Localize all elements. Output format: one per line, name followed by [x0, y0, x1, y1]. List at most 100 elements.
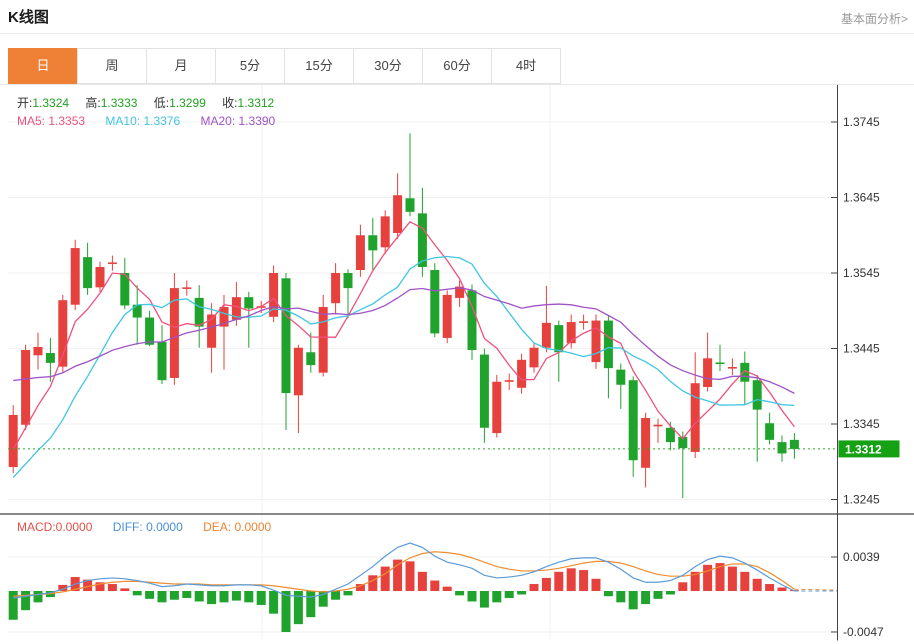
dea-line — [13, 552, 794, 596]
high-value: 1.3333 — [101, 96, 138, 110]
candle-up — [579, 321, 588, 323]
current-price-tag-label: 1.3312 — [845, 442, 882, 456]
macd-bar-up — [542, 578, 551, 591]
tab-4hour[interactable]: 4时 — [491, 48, 561, 84]
fundamental-analysis-link[interactable]: 基本面分析> — [841, 10, 908, 27]
candle-down — [765, 423, 774, 440]
candle-down — [480, 355, 489, 428]
ma5-label: MA5: — [17, 114, 45, 128]
open-label: 开: — [17, 96, 32, 110]
header-divider — [0, 33, 914, 34]
macd-bar-down — [492, 591, 501, 602]
page-title: K线图 — [8, 6, 49, 27]
tab-month[interactable]: 月 — [146, 48, 216, 84]
macd-bar-down — [344, 591, 353, 595]
ma-legend: MA5: 1.3353 MA10: 1.3376 MA20: 1.3390 — [17, 114, 292, 128]
macd-bar-up — [765, 584, 774, 591]
diff-label: DIFF: — [113, 520, 143, 534]
macd-bar-down — [9, 591, 18, 620]
candle-up — [567, 322, 576, 343]
tab-day[interactable]: 日 — [8, 48, 78, 84]
macd-bar-down — [282, 591, 291, 632]
tab-15min[interactable]: 15分 — [284, 48, 354, 84]
macd-bar-up — [728, 567, 737, 591]
candle-down — [46, 353, 55, 363]
candle-up — [654, 425, 663, 427]
candle-up — [592, 321, 601, 363]
close-value: 1.3312 — [238, 96, 275, 110]
candle-down — [430, 270, 439, 333]
candle-up — [108, 262, 117, 264]
open-value: 1.3324 — [32, 96, 69, 110]
macd-bar-up — [381, 567, 390, 591]
candle-up — [443, 295, 452, 338]
macd-bar-up — [108, 584, 117, 591]
candle-down — [344, 273, 353, 288]
kline-app: 1.37451.36451.35451.34451.33451.32450.00… — [0, 0, 914, 644]
ma5-line — [13, 222, 794, 450]
candle-up — [492, 382, 501, 433]
ma20-line — [13, 288, 794, 394]
tab-30min[interactable]: 30分 — [353, 48, 423, 84]
price-axis-label: 1.3645 — [843, 191, 880, 205]
macd-bar-down — [505, 591, 514, 598]
macd-bar-up — [406, 561, 415, 591]
period-tab-bar: 日周月5分15分30分60分4时 — [8, 48, 561, 84]
macd-bar-down — [232, 591, 241, 601]
candle-down — [753, 380, 762, 409]
macd-bar-up — [443, 587, 452, 591]
macd-bar-up — [678, 582, 687, 591]
candle-down — [83, 257, 92, 288]
candle-up — [542, 323, 551, 348]
dea-line-dashed — [794, 589, 837, 590]
candle-down — [418, 213, 427, 267]
candle-down — [406, 198, 415, 212]
low-value: 1.3299 — [169, 96, 206, 110]
candle-up — [505, 380, 514, 382]
macd-bar-down — [170, 591, 179, 600]
macd-bar-up — [753, 579, 762, 591]
macd-bar-up — [418, 572, 427, 591]
macd-legend: MACD:0.0000 DIFF: 0.0000 DEA: 0.0000 — [17, 520, 288, 534]
candle-up — [691, 383, 700, 452]
tab-60min[interactable]: 60分 — [422, 48, 492, 84]
candle-up — [34, 347, 43, 355]
macd-bar-up — [120, 588, 129, 591]
macd-bar-up — [592, 579, 601, 591]
price-axis-label: 1.3445 — [843, 342, 880, 356]
candle-up — [9, 415, 18, 467]
macd-bar-down — [468, 591, 477, 601]
candle-up — [21, 350, 30, 425]
candle-down — [282, 278, 291, 393]
macd-axis-label: -0.0047 — [843, 625, 884, 639]
macd-axis-label: 0.0039 — [843, 550, 880, 564]
high-label: 高: — [85, 96, 100, 110]
candle-up — [728, 367, 737, 369]
close-label: 收: — [222, 96, 237, 110]
candle-up — [517, 360, 526, 388]
macd-bar-down — [269, 591, 278, 614]
tab-week[interactable]: 周 — [77, 48, 147, 84]
macd-bar-down — [616, 591, 625, 602]
price-axis-label: 1.3745 — [843, 115, 880, 129]
ma10-value: 1.3376 — [143, 114, 180, 128]
candle-up — [319, 307, 328, 373]
price-axis-label: 1.3545 — [843, 266, 880, 280]
macd-bar-down — [517, 591, 526, 594]
macd-bar-up — [554, 572, 563, 591]
macd-bar-down — [207, 591, 216, 604]
macd-bar-down — [195, 591, 204, 601]
candle-down — [306, 352, 315, 365]
macd-bar-down — [480, 591, 489, 608]
candle-up — [393, 195, 402, 233]
macd-bar-up — [740, 572, 749, 591]
candle-down — [604, 321, 613, 369]
macd-bar-down — [220, 591, 229, 602]
macd-bar-up — [530, 584, 539, 591]
tab-5min[interactable]: 5分 — [215, 48, 285, 84]
macd-bar-down — [604, 591, 613, 596]
candle-up — [381, 216, 390, 247]
candle-up — [96, 267, 105, 287]
candle-down — [629, 380, 638, 460]
candle-up — [641, 418, 650, 468]
